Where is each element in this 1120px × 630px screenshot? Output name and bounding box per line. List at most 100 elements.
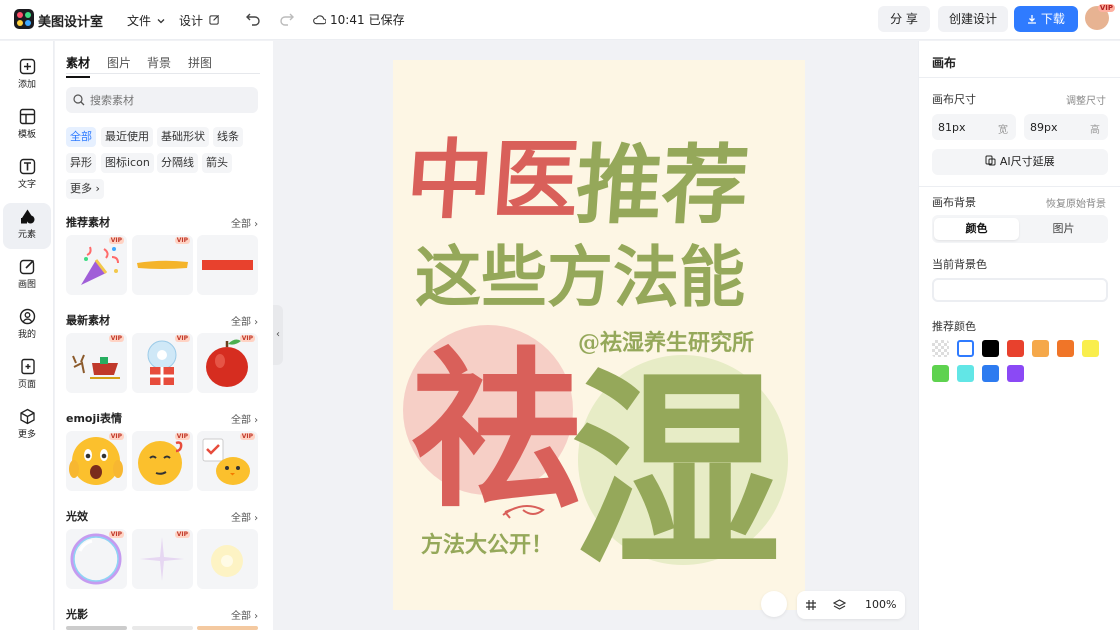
create-design-button[interactable]: 创建设计 (938, 6, 1008, 32)
material-thumb-brush-stroke[interactable]: VIP (132, 235, 193, 295)
search-input[interactable] (90, 87, 250, 113)
design-canvas[interactable]: 中医 推荐 这些方法能 @祛湿养生研究所 祛 湿 方法大公开！ (393, 60, 805, 610)
chip-dividers[interactable]: 分隔线 (157, 153, 198, 173)
chip-all[interactable]: 全部 (66, 127, 96, 147)
snow-globe-icon (147, 340, 177, 385)
avatar[interactable]: VIP (1085, 4, 1115, 30)
tab-images[interactable]: 图片 (107, 54, 131, 71)
design-menu[interactable]: 设计 (179, 12, 220, 29)
material-thumb-shocked-emoji[interactable]: VIP (66, 431, 127, 491)
big-char-1: 祛 (411, 331, 581, 531)
page-add-icon (20, 358, 35, 375)
section-all-link[interactable]: 全部 › (231, 313, 258, 328)
grid-icon[interactable] (805, 599, 817, 611)
rail-item-draw[interactable]: 画图 (3, 253, 51, 299)
swatch-transparent[interactable] (932, 340, 949, 357)
material-thumb-party-popper[interactable]: VIP (66, 235, 127, 295)
tab-collage[interactable]: 拼图 (188, 54, 212, 71)
color-swatch[interactable] (1007, 340, 1024, 357)
red-bar-shape (202, 260, 253, 270)
vip-badge: VIP (108, 335, 124, 342)
material-thumb-sparkle[interactable]: VIP (132, 529, 193, 589)
section-all-link[interactable]: 全部 › (231, 215, 258, 230)
color-swatch[interactable] (932, 365, 949, 382)
chip-lines[interactable]: 线条 (213, 127, 243, 147)
section-all-link[interactable]: 全部 › (231, 509, 258, 524)
material-thumb-chick-checklist[interactable]: VIP (197, 431, 258, 491)
rail-item-elements[interactable]: 元素 (3, 203, 51, 249)
color-swatch[interactable] (1057, 340, 1074, 357)
chip-icons[interactable]: 图标icon (101, 153, 154, 173)
width-input[interactable] (938, 114, 988, 140)
color-swatch[interactable] (982, 365, 999, 382)
resize-link[interactable]: 调整尺寸 (1066, 92, 1106, 107)
rail-item-mine[interactable]: 我的 (3, 303, 51, 349)
rail-item-more[interactable]: 更多 (3, 403, 51, 449)
download-button[interactable]: 下载 (1014, 6, 1078, 32)
seg-image[interactable]: 图片 (1021, 218, 1106, 240)
canvas-bottom-toolbar: 100% (797, 591, 905, 619)
tab-background[interactable]: 背景 (147, 54, 171, 71)
rail-item-pages[interactable]: 页面 (3, 353, 51, 399)
plus-square-icon (19, 58, 35, 75)
shapes-icon (20, 209, 34, 224)
material-thumb[interactable] (66, 626, 127, 630)
subheadline: 这些方法能 (415, 238, 745, 316)
color-swatch[interactable] (957, 340, 974, 357)
material-thumb-thinking-emoji[interactable]: VIP (132, 431, 193, 491)
sparkle-icon (140, 537, 184, 581)
current-bg-color-field[interactable] (932, 278, 1108, 302)
material-thumb[interactable] (197, 626, 258, 630)
material-thumb-red-bar[interactable] (197, 235, 258, 295)
redo-icon[interactable] (278, 10, 296, 28)
restore-bg-link[interactable]: 恢复原始背景 (1046, 195, 1106, 210)
all-label: 全部 (231, 317, 251, 328)
color-swatch[interactable] (1082, 340, 1099, 357)
party-popper-icon (81, 246, 119, 285)
rail-item-template[interactable]: 模板 (3, 103, 51, 149)
collapse-panel-handle[interactable]: ‹ (273, 305, 283, 365)
section-all-link[interactable]: 全部 › (231, 607, 258, 622)
chip-irregular[interactable]: 异形 (66, 153, 96, 173)
chip-arrows[interactable]: 箭头 (202, 153, 232, 173)
material-thumb-bubble[interactable]: VIP (66, 529, 127, 589)
color-swatch[interactable] (1007, 365, 1024, 382)
color-swatch[interactable] (957, 365, 974, 382)
color-swatch[interactable] (1032, 340, 1049, 357)
share-button[interactable]: 分 享 (878, 6, 930, 32)
avatar-vip-badge: VIP (1097, 4, 1115, 12)
zoom-level[interactable]: 100% (865, 598, 896, 611)
material-thumb-snow-globe[interactable]: VIP (132, 333, 193, 393)
material-thumb-glow[interactable] (197, 529, 258, 589)
tab-material[interactable]: 素材 (66, 54, 91, 78)
undo-icon[interactable] (244, 10, 262, 28)
height-input[interactable] (1030, 114, 1080, 140)
section-all-link[interactable]: 全部 › (231, 411, 258, 426)
rail-item-add[interactable]: 添加 (3, 53, 51, 99)
chip-basic-shapes[interactable]: 基础形状 (157, 127, 209, 147)
seg-color[interactable]: 颜色 (934, 218, 1019, 240)
chip-recent[interactable]: 最近使用 (101, 127, 153, 147)
material-thumb-sleigh[interactable]: VIP (66, 333, 127, 393)
rail-item-text[interactable]: 文字 (3, 153, 51, 199)
left-rail: 添加 模板 文字 元素 画图 我的 页面 更多 (0, 41, 54, 630)
shocked-emoji-icon (69, 437, 123, 485)
chick-checklist-icon (202, 438, 250, 485)
layers-icon[interactable] (833, 599, 846, 612)
ai-resize-icon (985, 155, 996, 166)
width-field: 宽 (932, 114, 1016, 140)
material-panel: 素材 图片 背景 拼图 全部 最近使用 基础形状 线条 异形 图标icon 分隔… (55, 41, 273, 630)
material-thumb-apple[interactable]: VIP (197, 333, 258, 393)
chip-more[interactable]: 更多 › (66, 179, 104, 199)
save-status-text: 已保存 (368, 13, 405, 27)
material-thumb[interactable] (132, 626, 193, 630)
color-swatch[interactable] (982, 340, 999, 357)
file-menu[interactable]: 文件 (127, 12, 165, 29)
all-label: 全部 (231, 219, 251, 230)
ai-extend-button[interactable]: AI尺寸延展 (932, 149, 1108, 175)
canvas-float-button[interactable] (761, 591, 787, 617)
vip-badge: VIP (239, 335, 255, 342)
cube-icon (19, 408, 35, 425)
download-icon (1028, 15, 1037, 24)
apple-icon (206, 339, 248, 387)
